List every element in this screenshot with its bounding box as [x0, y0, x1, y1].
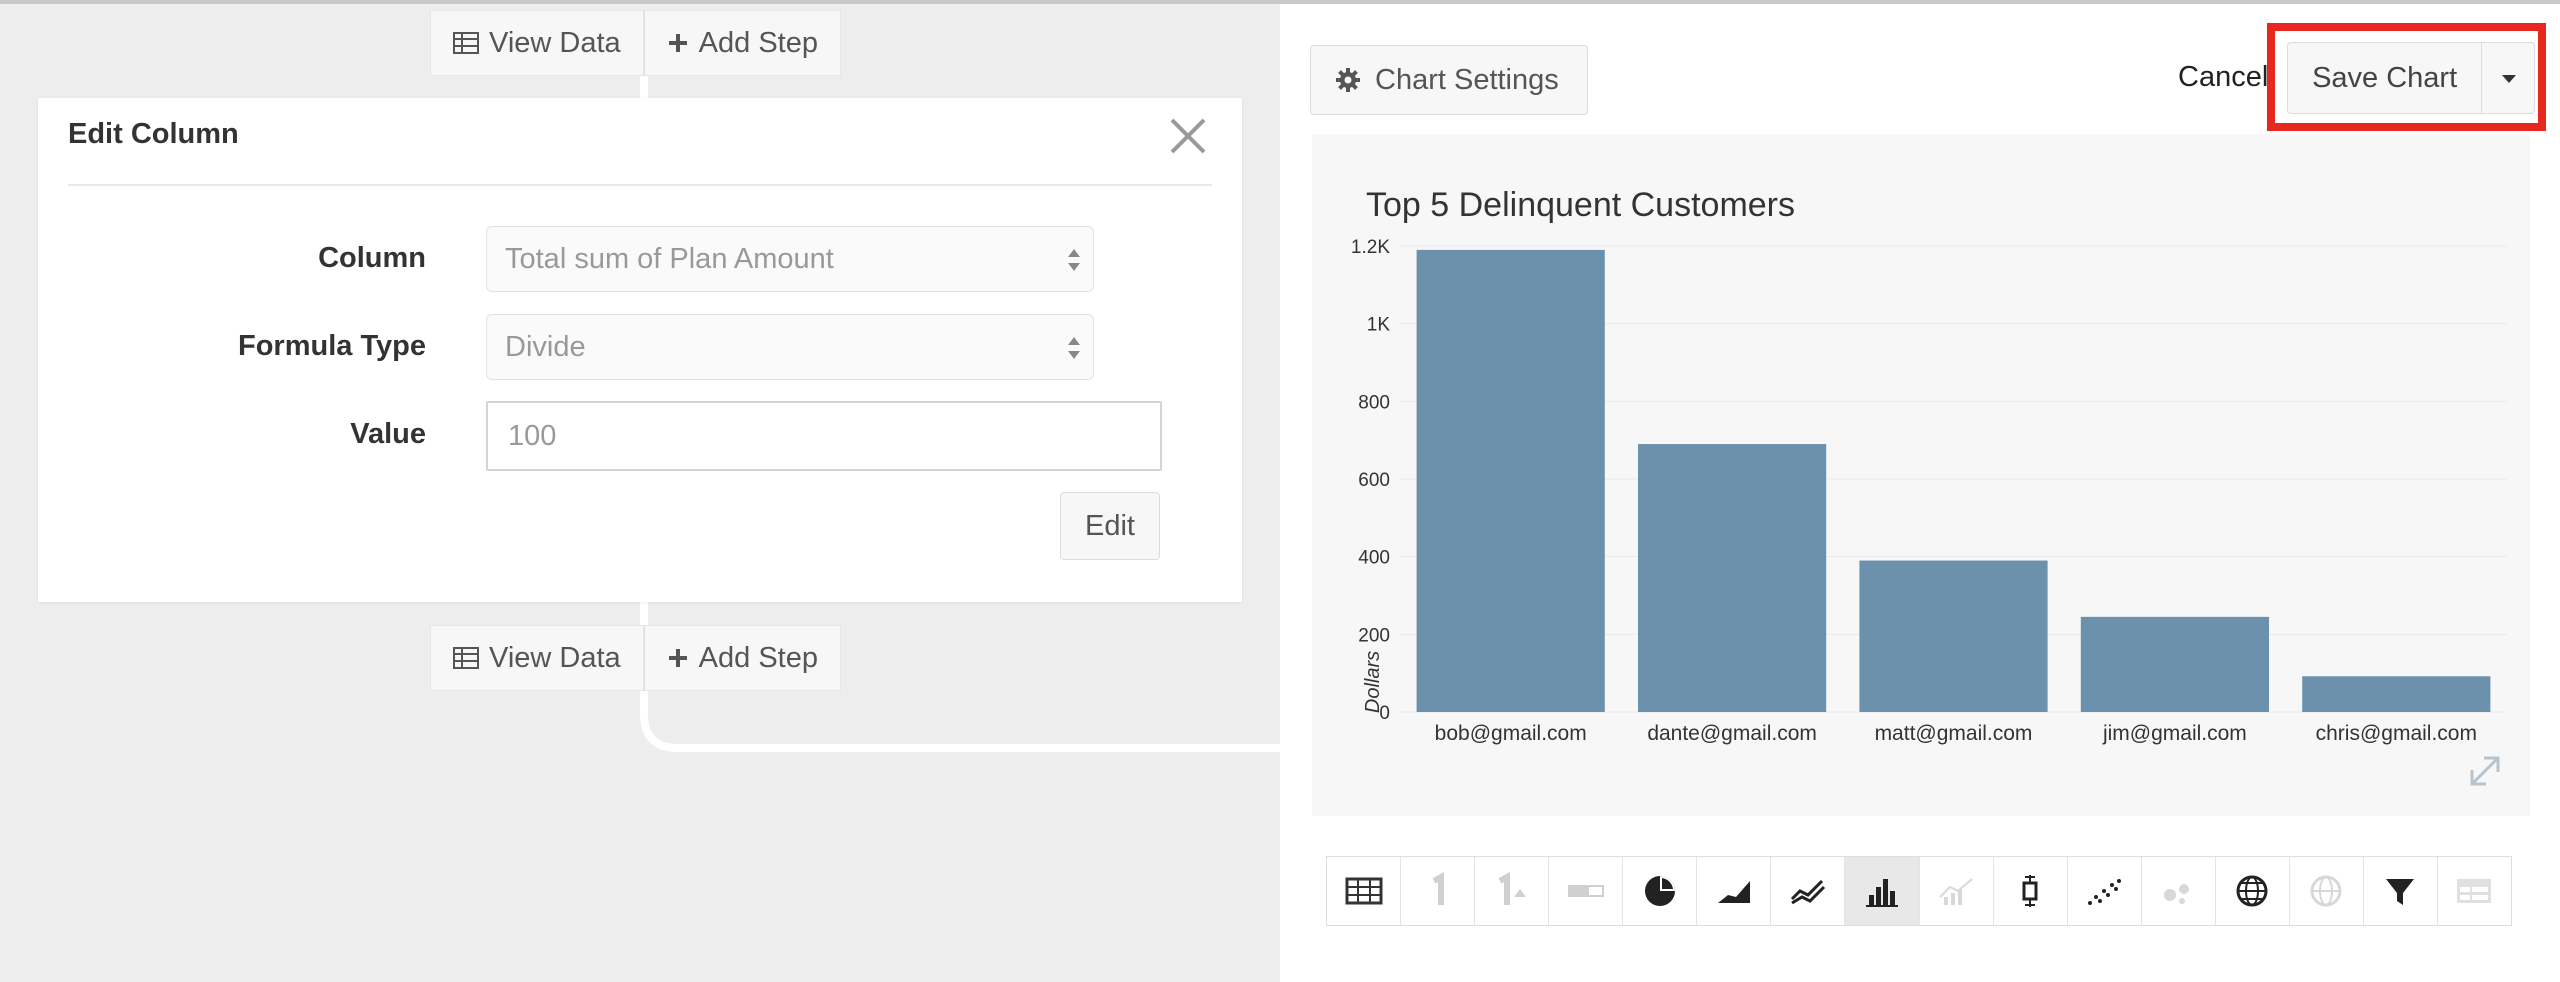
combo-chart-icon	[1939, 878, 1973, 905]
chart-type-map[interactable]	[2216, 857, 2290, 925]
plus-icon	[668, 34, 687, 52]
y-tick-label: 1K	[1367, 315, 1391, 336]
chart-title: Top 5 Delinquent Customers	[1366, 186, 1795, 224]
chart-type-bar[interactable]	[1845, 857, 1920, 925]
column-select-value: Total sum of Plan Amount	[505, 243, 834, 275]
pipeline-actions-bottom: View Data Add Step	[430, 625, 841, 691]
edit-column-title: Edit Column	[68, 118, 239, 150]
select-arrows-icon	[1068, 337, 1080, 359]
line-chart-icon	[1790, 879, 1825, 905]
y-tick-label: 200	[1358, 625, 1390, 646]
view-data-button[interactable]: View Data	[430, 10, 644, 76]
value-label: Value	[350, 418, 426, 450]
bar[interactable]	[1859, 560, 2048, 712]
pipeline-actions-top: View Data Add Step	[430, 10, 841, 76]
bubble-chart-icon	[2164, 884, 2190, 904]
chart-type-pie[interactable]	[1623, 857, 1698, 925]
chart-editor-panel: Chart Settings Cancel Save Chart Top 5 D…	[1280, 4, 2560, 982]
value-input[interactable]: 100	[486, 401, 1162, 471]
number-trend-icon	[1498, 871, 1526, 905]
table-icon	[1345, 877, 1383, 905]
x-tick-label: chris@gmail.com	[2316, 722, 2477, 745]
divider	[68, 184, 1212, 186]
cancel-button[interactable]: Cancel	[2178, 61, 2268, 94]
formula-type-value: Divide	[505, 331, 586, 363]
region-map-icon	[2310, 875, 2342, 907]
chart-settings-label: Chart Settings	[1375, 63, 1559, 96]
plus-icon	[668, 649, 687, 667]
progress-bar-icon	[1567, 885, 1604, 897]
single-number-icon	[1432, 871, 1444, 905]
value-input-placeholder: 100	[508, 420, 557, 452]
pie-chart-icon	[1644, 876, 1675, 906]
save-options-dropdown[interactable]	[2481, 43, 2534, 113]
chart-type-bubble[interactable]	[2142, 857, 2216, 925]
select-arrows-icon	[1068, 249, 1080, 271]
chart-preview: Top 5 Delinquent Customers 0 200 400 600 800…	[1312, 134, 2530, 816]
chart-type-single-number[interactable]	[1401, 857, 1476, 925]
view-data-button[interactable]: View Data	[430, 625, 644, 691]
area-chart-icon	[1717, 881, 1750, 903]
x-tick-label: bob@gmail.com	[1435, 722, 1587, 745]
x-tick-label: matt@gmail.com	[1875, 722, 2033, 745]
globe-icon	[2236, 875, 2268, 907]
edit-column-panel: Edit Column Column Total sum of Plan Amo…	[38, 98, 1242, 602]
table-icon	[453, 647, 479, 669]
pipeline-branch-connector	[640, 690, 1290, 752]
expand-icon[interactable]	[2470, 756, 2500, 786]
close-icon[interactable]	[1168, 116, 1208, 156]
chart-type-number-trend[interactable]	[1475, 857, 1550, 925]
add-step-button[interactable]: Add Step	[643, 625, 841, 691]
table-icon	[453, 32, 479, 54]
y-axis-label: Dollars	[1362, 651, 1384, 713]
chart-type-combo[interactable]	[1920, 857, 1994, 925]
formula-type-label: Formula Type	[238, 330, 426, 362]
add-step-button[interactable]: Add Step	[643, 10, 841, 76]
pivot-table-icon	[2457, 879, 2492, 903]
y-tick-label: 400	[1358, 548, 1390, 569]
formula-type-select[interactable]: Divide	[486, 314, 1094, 380]
save-chart-button[interactable]: Save Chart	[2288, 43, 2481, 113]
chart-type-line[interactable]	[1771, 857, 1846, 925]
bar[interactable]	[2080, 616, 2269, 712]
bar-chart-icon	[1865, 879, 1898, 907]
chart-type-progress-bar[interactable]	[1549, 857, 1624, 925]
bar[interactable]	[1416, 249, 1605, 712]
add-step-label: Add Step	[698, 27, 818, 59]
chart-type-toolbar	[1326, 856, 2512, 926]
save-chart-group: Save Chart	[2287, 42, 2535, 114]
funnel-icon	[2386, 879, 2415, 905]
chart-type-scatter[interactable]	[2068, 857, 2142, 925]
gear-icon	[1336, 68, 1360, 92]
chart-type-region-map[interactable]	[2290, 857, 2364, 925]
x-tick-label: dante@gmail.com	[1647, 722, 1817, 745]
scatter-plot-icon	[2088, 879, 2122, 905]
chart-type-box-plot[interactable]	[1994, 857, 2068, 925]
chart-settings-button[interactable]: Chart Settings	[1310, 45, 1588, 115]
edit-button[interactable]: Edit	[1060, 492, 1160, 560]
chart-type-table[interactable]	[1327, 857, 1402, 925]
chart-type-pivot[interactable]	[2438, 857, 2511, 925]
chart-type-funnel[interactable]	[2364, 857, 2438, 925]
view-data-label: View Data	[489, 642, 621, 674]
bar-chart: Top 5 Delinquent Customers 0200400600800…	[1351, 186, 2507, 786]
y-tick-label: 800	[1358, 392, 1390, 413]
y-tick-label: 600	[1358, 470, 1390, 491]
column-label: Column	[318, 242, 426, 274]
column-select[interactable]: Total sum of Plan Amount	[486, 226, 1094, 292]
view-data-label: View Data	[489, 27, 621, 59]
x-tick-label: jim@gmail.com	[2102, 722, 2247, 745]
box-plot-icon	[2022, 875, 2038, 907]
add-step-label: Add Step	[698, 642, 818, 674]
y-tick-label: 1.2K	[1351, 237, 1390, 258]
chart-type-area[interactable]	[1697, 857, 1772, 925]
bar[interactable]	[1638, 444, 1827, 712]
bar[interactable]	[2302, 676, 2491, 712]
